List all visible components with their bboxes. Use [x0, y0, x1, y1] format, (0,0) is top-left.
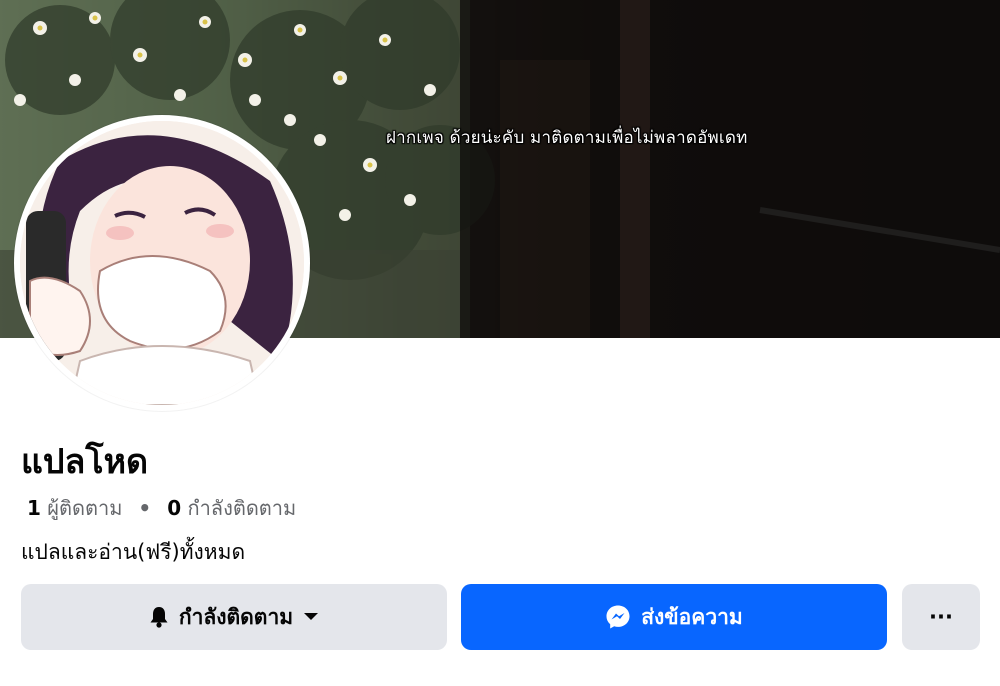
following-button[interactable]: กำลังติดตาม — [21, 584, 447, 650]
page-title: แปลโหด — [21, 442, 149, 482]
profile-bio: แปลและอ่าน(ฟรี)ทั้งหมด — [21, 540, 246, 564]
message-button-label: ส่งข้อความ — [641, 604, 743, 629]
stats-separator: • — [138, 496, 152, 520]
more-options-button[interactable]: ··· — [902, 584, 980, 650]
followers-label: ผู้ติดตาม — [47, 496, 123, 520]
followers-count: 1 — [27, 496, 41, 520]
following-link[interactable]: 0 กำลังติดตาม — [167, 492, 296, 524]
more-icon: ··· — [929, 605, 953, 629]
avatar-image — [20, 121, 304, 405]
profile-picture[interactable] — [14, 115, 310, 411]
following-label: กำลังติดตาม — [187, 496, 297, 520]
following-count: 0 — [167, 496, 182, 520]
cover-caption: ฝากเพจ ด้วยน่ะคับ มาติดตามเพื่อไม่พลาดอั… — [386, 128, 748, 148]
messenger-icon — [605, 604, 631, 630]
message-button[interactable]: ส่งข้อความ — [461, 584, 887, 650]
following-button-label: กำลังติดตาม — [178, 604, 294, 629]
caret-down-icon — [303, 612, 319, 622]
follow-stats: 1 ผู้ติดตาม • 0 กำลังติดตาม — [27, 492, 296, 524]
followers-link[interactable]: 1 ผู้ติดตาม — [27, 492, 122, 524]
bell-icon — [149, 606, 169, 628]
